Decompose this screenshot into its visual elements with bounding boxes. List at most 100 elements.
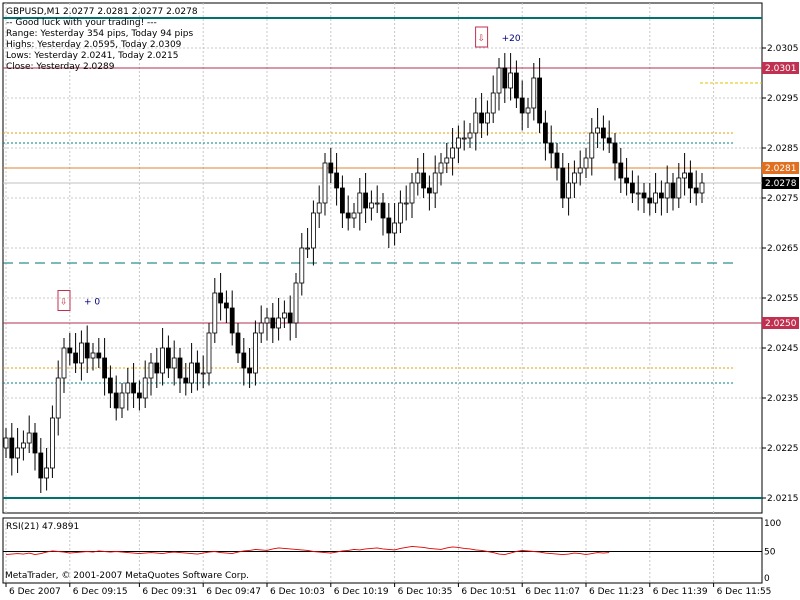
candle-body xyxy=(258,322,264,334)
price-tick-label: 2.0295 xyxy=(767,94,799,104)
candle-body xyxy=(560,167,566,199)
candle-body xyxy=(601,127,606,139)
candle-body xyxy=(247,367,253,374)
price-axis: 2.0305 2.0295 2.0285 2.0275 2.0265 2.0255 2.02… xyxy=(762,44,799,504)
candle-body xyxy=(421,172,427,189)
candle-body xyxy=(664,182,670,199)
candle-body xyxy=(699,182,705,194)
time-axis: 6 Dec 2007 6 Dec 09:15 6 Dec 09:31 6 Dec 09… xyxy=(5,583,771,597)
candle-body xyxy=(264,317,270,324)
candle-body xyxy=(20,442,26,449)
price-tick-label: 2.0245 xyxy=(767,344,799,354)
candle-body xyxy=(641,192,647,199)
candle-body xyxy=(693,187,699,194)
candle-body xyxy=(235,332,241,354)
candle-body xyxy=(397,202,403,224)
candle-body xyxy=(659,192,664,199)
candle-body xyxy=(380,202,386,219)
candle-body xyxy=(310,212,316,249)
candle-body xyxy=(635,192,641,195)
candle-body xyxy=(15,447,21,459)
candle-body xyxy=(32,432,38,454)
candle-body xyxy=(415,172,421,184)
candle-body xyxy=(61,347,67,379)
candle-body xyxy=(119,392,125,409)
price-tick-label: 2.0235 xyxy=(767,394,799,404)
candle-body xyxy=(525,107,531,114)
candle-body xyxy=(450,147,456,159)
chart-header: GBPUSD,M1 2.0277 2.0281 2.0277 2.0278 --… xyxy=(6,7,198,72)
candle-body xyxy=(688,172,693,189)
candle-body xyxy=(96,352,102,359)
time-tick-label: 6 Dec 10:19 xyxy=(334,587,389,597)
candle-body xyxy=(676,177,682,199)
candle-body xyxy=(38,452,44,479)
candle-body xyxy=(612,142,618,164)
time-tick-label: 6 Dec 09:31 xyxy=(142,587,197,597)
candle-body xyxy=(351,212,357,219)
candle-body xyxy=(514,72,519,99)
rsi-label: RSI(21) 47.9891 xyxy=(6,522,79,532)
candle-body xyxy=(148,362,154,379)
candle-body xyxy=(572,172,577,184)
candle-body xyxy=(102,357,107,379)
candle-body xyxy=(409,182,415,204)
candle-body xyxy=(79,342,84,364)
info-line: -- Good luck with your trading! --- xyxy=(6,18,157,28)
candle-body xyxy=(566,182,571,199)
candle-body xyxy=(653,192,658,204)
candle-body xyxy=(84,342,90,359)
candle-body xyxy=(554,152,560,169)
info-line: Highs: Yesterday 2.0595, Today 2.0309 xyxy=(6,40,182,50)
candle-body xyxy=(589,132,595,159)
sell-arrow-icon: ⇩ xyxy=(60,298,68,308)
candle-body xyxy=(357,192,363,214)
candle-body xyxy=(281,312,287,319)
time-tick-label: 6 Dec 10:35 xyxy=(398,587,453,597)
time-tick-label: 6 Dec 11:23 xyxy=(589,587,644,597)
candle-body xyxy=(108,377,113,394)
candle-body xyxy=(531,77,537,109)
copyright-text: MetaTrader, © 2001-2007 MetaQuotes Softw… xyxy=(5,571,249,581)
price-grid xyxy=(2,2,763,582)
candle-body xyxy=(455,137,461,149)
price-tick-label: 2.0305 xyxy=(767,44,799,54)
candle-body xyxy=(287,312,293,324)
time-tick-label: 6 Dec 11:39 xyxy=(653,587,708,597)
candle-body xyxy=(537,77,542,124)
chart-window: ⇩ + 0⇩ +20 2.03052.02952.02852.02752.02652… xyxy=(2,2,799,597)
rsi-tick-label: 50 xyxy=(764,548,776,558)
price-tick-label: 2.0285 xyxy=(767,144,799,154)
candle-body xyxy=(467,132,473,139)
candle-body xyxy=(194,362,200,374)
candle-body xyxy=(647,197,653,204)
trade-signals: ⇩ + 0 ⇩ +20 xyxy=(57,26,521,311)
time-tick-label: 6 Dec 09:15 xyxy=(73,587,128,597)
candle-body xyxy=(276,317,282,329)
time-tick-label: 6 Dec 11:07 xyxy=(525,587,580,597)
price-tick-label: 2.0225 xyxy=(767,444,799,454)
sell-arrow-icon: ⇩ xyxy=(478,34,486,44)
candle-body xyxy=(339,187,345,214)
signal-label: +20 xyxy=(502,34,521,44)
time-tick-label: 6 Dec 10:51 xyxy=(461,587,516,597)
candle-body xyxy=(252,332,258,374)
candle-body xyxy=(189,362,195,384)
candle-body xyxy=(670,182,676,199)
candle-body xyxy=(270,317,276,329)
candle-body xyxy=(363,192,369,209)
main-frame xyxy=(2,2,763,514)
candle-body xyxy=(223,302,229,309)
candle-body xyxy=(90,352,96,359)
price-tick-label: 2.0275 xyxy=(767,194,799,204)
candle-body xyxy=(316,202,322,214)
candle-body xyxy=(502,67,508,89)
candle-body xyxy=(392,222,398,234)
candle-body xyxy=(374,202,380,205)
candle-body xyxy=(334,172,340,189)
candle-body xyxy=(200,372,206,375)
candle-body xyxy=(212,292,218,334)
candle-body xyxy=(142,377,148,399)
time-tick-label: 6 Dec 10:03 xyxy=(270,587,325,597)
candle-body xyxy=(543,122,548,144)
